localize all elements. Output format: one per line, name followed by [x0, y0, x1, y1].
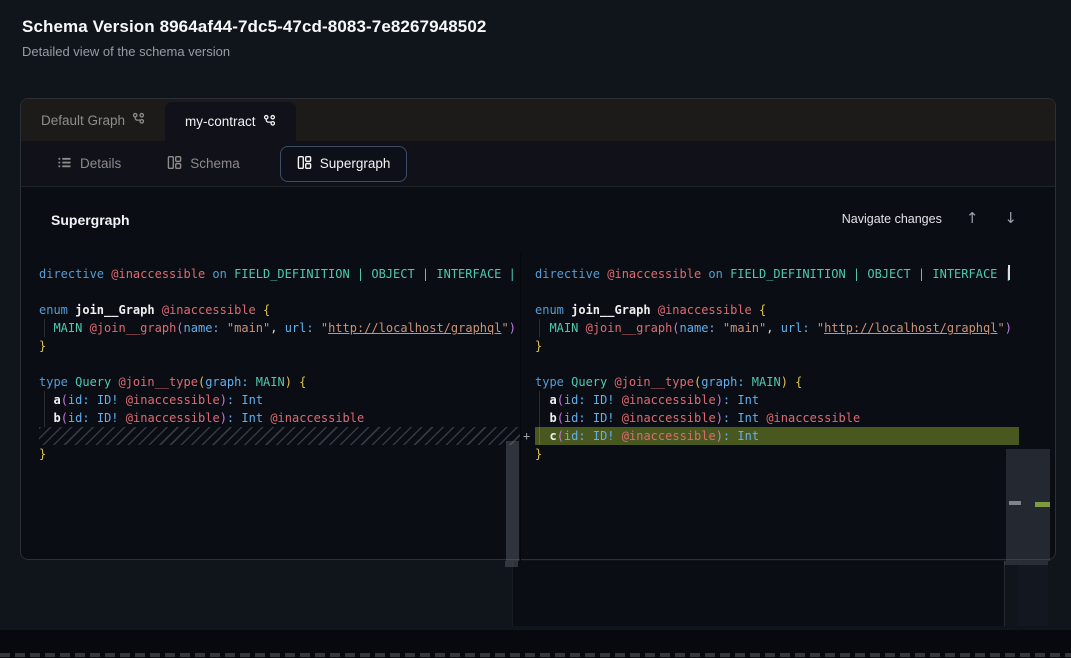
code-line: enum join__Graph @inaccessible { [39, 301, 270, 319]
diff-placeholder-line [39, 427, 520, 445]
editor-overflow-minimap [1018, 564, 1048, 626]
subtab-schema[interactable]: Schema [161, 155, 246, 173]
indent-guide [44, 319, 45, 337]
schema-version-card: Default Graph my-contract [20, 98, 1056, 560]
navigate-changes-controls: Navigate changes ↑ ↓ [842, 209, 1019, 228]
code-line: MAIN @join__graph(name: "main", url: "ht… [535, 319, 1012, 337]
diff-right-pane[interactable]: } c(id: ID! @inaccessible): Int b(id: ID… [520, 253, 1055, 561]
down-arrow-icon: ↓ [1004, 209, 1017, 227]
subtab-details[interactable]: Details [51, 155, 127, 173]
indent-guide [539, 391, 540, 445]
code-line: } [535, 445, 542, 463]
diff-insert-plus-sign: + [523, 427, 530, 445]
minimap-slider-tail [1004, 561, 1048, 565]
view-tab-bar: Details Schema [21, 141, 1055, 187]
indent-guide [539, 319, 540, 337]
code-line: b(id: ID! @inaccessible): Int @inaccessi… [535, 409, 860, 427]
indent-guide [44, 391, 45, 427]
code-line: type Query @join__type(graph: MAIN) { [39, 373, 306, 391]
subtab-supergraph[interactable]: Supergraph [280, 146, 408, 182]
overview-ruler-added-mark [1035, 502, 1050, 507]
variant-tab-bar: Default Graph my-contract [21, 99, 1055, 141]
code-line: directive @inaccessible on FIELD_DEFINIT… [535, 265, 1012, 283]
up-arrow-icon: ↑ [966, 209, 979, 227]
diff-left-pane[interactable]: } b(id: ID! @inaccessible): Int @inacces… [21, 253, 520, 561]
section-title: Supergraph [51, 212, 130, 228]
page-subtitle: Detailed view of the schema version [22, 44, 230, 59]
divider-line [1004, 561, 1005, 626]
navigate-down-button[interactable]: ↓ [1002, 209, 1019, 228]
code-line: a(id: ID! @inaccessible): Int [535, 391, 759, 409]
split-panel-icon [167, 155, 182, 173]
editor-overflow-region [512, 561, 1004, 626]
subtab-label: Schema [190, 156, 240, 171]
scrollbar-tail [505, 561, 518, 567]
code-line: } [39, 337, 46, 355]
code-line: a(id: ID! @inaccessible): Int [39, 391, 263, 409]
list-icon [57, 155, 72, 173]
left-editor-scrollbar[interactable] [506, 441, 519, 561]
split-panel-icon [297, 155, 312, 173]
navigate-up-button[interactable]: ↑ [964, 209, 981, 228]
code-line: b(id: ID! @inaccessible): Int @inaccessi… [39, 409, 364, 427]
page-title: Schema Version 8964af44-7dc5-47cd-8083-7… [22, 17, 486, 37]
variant-fork-icon [132, 112, 145, 128]
divider-line [512, 561, 513, 626]
subtab-label: Details [80, 156, 121, 171]
navigate-changes-label: Navigate changes [842, 212, 942, 226]
schema-diff-editor: } b(id: ID! @inaccessible): Int @inacces… [21, 253, 1055, 561]
tab-my-contract[interactable]: my-contract [165, 102, 296, 141]
schema-version-page: Schema Version 8964af44-7dc5-47cd-8083-7… [0, 0, 1071, 658]
minimap-line-mark [1009, 501, 1021, 505]
code-line: } [39, 445, 46, 463]
bottom-dashed-line [0, 653, 1071, 657]
tab-label: my-contract [185, 114, 256, 129]
code-line: directive @inaccessible on FIELD_DEFINIT… [39, 265, 516, 283]
text-cursor [1008, 265, 1010, 280]
code-line: enum join__Graph @inaccessible { [535, 301, 766, 319]
tab-label: Default Graph [41, 113, 125, 128]
code-line: MAIN @join__graph(name: "main", url: "ht… [39, 319, 516, 337]
diff-added-line: c(id: ID! @inaccessible): Int [535, 427, 1019, 445]
code-line: } [535, 337, 542, 355]
variant-fork-icon [263, 114, 276, 130]
tab-default-graph[interactable]: Default Graph [21, 99, 165, 141]
code-line: type Query @join__type(graph: MAIN) { [535, 373, 802, 391]
subtab-label: Supergraph [320, 156, 391, 171]
